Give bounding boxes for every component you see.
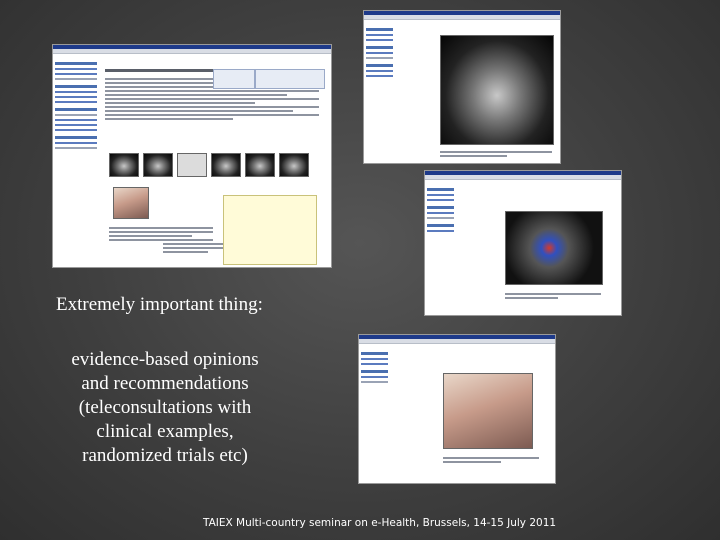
thumbnail-4[interactable] bbox=[211, 153, 241, 177]
sub-line-3: randomized trials etc) bbox=[82, 445, 248, 466]
sidebar bbox=[366, 23, 394, 159]
infant-thumbnail[interactable] bbox=[113, 187, 149, 219]
doppler-image bbox=[505, 211, 603, 285]
screenshot-doppler-view bbox=[424, 170, 622, 316]
thumbnail-2[interactable] bbox=[143, 153, 173, 177]
ultrasound-image bbox=[440, 35, 554, 145]
intro-text: Extremely important thing: bbox=[56, 294, 263, 315]
sub-line-1: (teleconsultations with bbox=[78, 397, 252, 418]
screenshot-ultrasound-view bbox=[363, 10, 561, 164]
sidebar bbox=[55, 57, 97, 263]
slide-footer: TAIEX Multi-country seminar on e-Health,… bbox=[203, 517, 557, 529]
sidebar bbox=[427, 183, 455, 311]
thumbnail-6[interactable] bbox=[279, 153, 309, 177]
thumbnail-1[interactable] bbox=[109, 153, 139, 177]
infant-photo bbox=[443, 373, 533, 449]
opinion-note bbox=[223, 195, 317, 265]
thumbnail-3[interactable] bbox=[177, 153, 207, 177]
screenshot-consultation-page bbox=[52, 44, 332, 268]
thumbnail-5[interactable] bbox=[245, 153, 275, 177]
main-text: evidence-based opinions and recommendati… bbox=[40, 348, 290, 468]
sub-line-2: clinical examples, bbox=[96, 421, 234, 442]
main-line-2: and recommendations bbox=[81, 373, 249, 394]
main-line-1: evidence-based opinions bbox=[71, 349, 259, 370]
sidebar bbox=[361, 347, 389, 479]
screenshot-infant-photo-view bbox=[358, 334, 556, 484]
